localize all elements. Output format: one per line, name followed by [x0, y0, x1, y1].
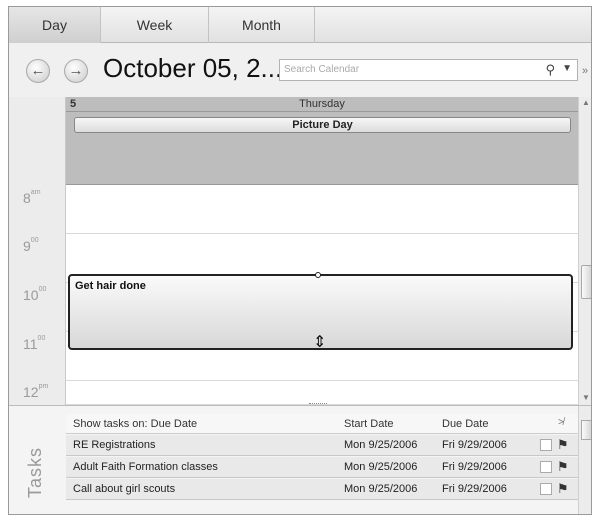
task-checkbox[interactable]: [540, 439, 552, 451]
task-name: RE Registrations: [73, 439, 156, 451]
tasks-scrollbar[interactable]: [578, 406, 591, 514]
calendar-scrollbar[interactable]: ▲ ▼: [578, 97, 591, 405]
appointment-block[interactable]: Get hair done ⇕: [68, 272, 573, 351]
resize-cursor-icon: ⇕: [313, 334, 327, 351]
scrollbar-thumb[interactable]: [581, 420, 591, 440]
view-tabs: Day Week Month: [9, 7, 591, 43]
scroll-up-icon[interactable]: ▲: [582, 98, 590, 107]
header-divider: [66, 111, 578, 112]
tab-week[interactable]: Week: [101, 7, 209, 43]
task-start: Mon 9/25/2006: [344, 483, 418, 495]
resize-handle[interactable]: [315, 272, 321, 278]
task-checkbox[interactable]: [540, 461, 552, 473]
all-day-event[interactable]: Picture Day: [74, 117, 571, 133]
day-header: 5 Thursday Picture Day: [66, 97, 578, 185]
navigation-bar: ← → October 05, 2... Search Calendar ⚲ ▼…: [9, 43, 591, 97]
back-arrow-icon[interactable]: ←: [26, 59, 50, 83]
day-grid: 8am 900 1000 1100 12pm 5 Thursday Pictur…: [9, 97, 591, 405]
task-due: Fri 9/29/2006: [442, 461, 507, 473]
tasks-side-label: Tasks: [25, 446, 45, 498]
hour-label: 900: [23, 237, 39, 254]
task-row[interactable]: Adult Faith Formation classes Mon 9/25/2…: [66, 457, 578, 478]
search-icon[interactable]: ⚲: [545, 62, 555, 78]
task-due: Fri 9/29/2006: [442, 439, 507, 451]
tasks-pane: Tasks Show tasks on: Due Date Start Date…: [9, 405, 591, 514]
task-row[interactable]: RE Registrations Mon 9/25/2006 Fri 9/29/…: [66, 435, 578, 456]
task-due: Fri 9/29/2006: [442, 483, 507, 495]
start-date-column-header[interactable]: Start Date: [344, 418, 394, 430]
tab-day[interactable]: Day: [9, 7, 101, 43]
time-slot[interactable]: [66, 185, 578, 234]
appointment-subject: Get hair done: [75, 280, 146, 292]
collapse-chevron-icon[interactable]: ≯: [558, 417, 564, 428]
tasks-header: Show tasks on: Due Date Start Date Due D…: [66, 414, 578, 434]
task-checkbox[interactable]: [540, 483, 552, 495]
time-column: 8am 900 1000 1100 12pm: [9, 97, 66, 405]
scroll-down-icon[interactable]: ▼: [582, 393, 590, 402]
search-input[interactable]: Search Calendar ⚲ ▼: [279, 59, 578, 81]
hour-label: 12pm: [23, 383, 49, 400]
due-date-column-header[interactable]: Due Date: [442, 418, 488, 430]
calendar-window: Day Week Month ← → October 05, 2... Sear…: [8, 6, 592, 515]
show-tasks-on-label[interactable]: Show tasks on: Due Date: [73, 418, 197, 430]
time-slot[interactable]: [66, 381, 578, 405]
flag-icon[interactable]: ⚑: [557, 437, 569, 453]
task-start: Mon 9/25/2006: [344, 461, 418, 473]
hour-label: 1100: [23, 335, 46, 352]
task-row[interactable]: Call about girl scouts Mon 9/25/2006 Fri…: [66, 479, 578, 500]
task-start: Mon 9/25/2006: [344, 439, 418, 451]
search-placeholder: Search Calendar: [284, 64, 360, 75]
day-name: Thursday: [299, 98, 345, 110]
task-name: Call about girl scouts: [73, 483, 176, 495]
chevron-down-icon[interactable]: ▼: [562, 63, 572, 74]
tab-month[interactable]: Month: [209, 7, 315, 43]
expand-chevron-icon[interactable]: »: [582, 65, 588, 77]
hour-label: 8am: [23, 189, 41, 206]
flag-icon[interactable]: ⚑: [557, 459, 569, 475]
forward-arrow-icon[interactable]: →: [64, 59, 88, 83]
hour-label: 1000: [23, 286, 47, 303]
flag-icon[interactable]: ⚑: [557, 481, 569, 497]
date-title: October 05, 2...: [103, 53, 283, 83]
scrollbar-thumb[interactable]: [581, 265, 591, 299]
task-name: Adult Faith Formation classes: [73, 461, 218, 473]
